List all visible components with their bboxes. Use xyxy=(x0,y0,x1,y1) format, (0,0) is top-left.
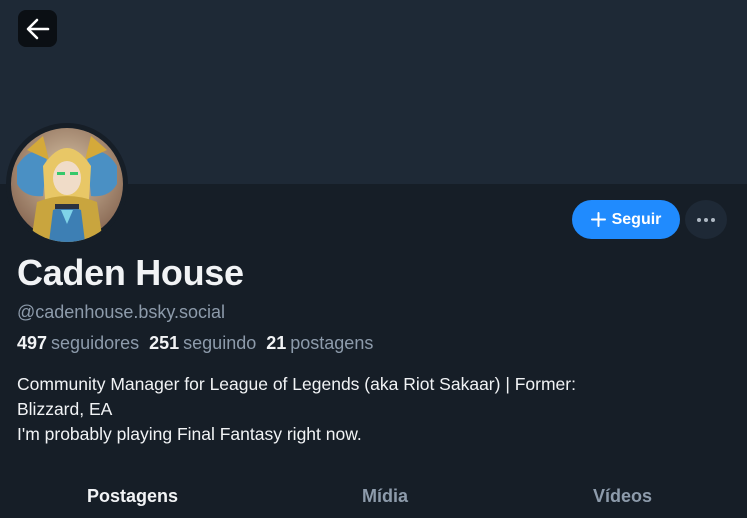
more-options-button[interactable] xyxy=(685,200,727,239)
posts-label: postagens xyxy=(290,333,374,353)
following-label: seguindo xyxy=(183,333,257,353)
arrow-left-icon xyxy=(26,18,49,39)
avatar[interactable] xyxy=(9,126,125,242)
profile-stats: 497 seguidores 251 seguindo 21 postagens xyxy=(17,333,373,354)
following-stat[interactable]: 251 seguindo xyxy=(149,333,256,354)
bio-line: I'm probably playing Final Fantasy right… xyxy=(17,424,362,444)
posts-count: 21 xyxy=(266,333,287,353)
display-name: Caden House xyxy=(17,252,244,293)
plus-icon xyxy=(590,212,606,227)
followers-count: 497 xyxy=(17,333,48,353)
profile-handle: @cadenhouse.bsky.social xyxy=(17,302,226,322)
back-button[interactable] xyxy=(18,10,57,47)
followers-label: seguidores xyxy=(51,333,140,353)
profile-tabs: Postagens Mídia Vídeos xyxy=(0,478,747,518)
tab-videos[interactable]: Vídeos xyxy=(593,486,652,507)
posts-stat: 21 postagens xyxy=(266,333,373,354)
bio-line: Blizzard, EA xyxy=(17,399,113,419)
profile-bio: Community Manager for League of Legends … xyxy=(17,372,717,447)
followers-stat[interactable]: 497 seguidores xyxy=(17,333,139,354)
ellipsis-icon xyxy=(697,217,715,222)
tab-midia[interactable]: Mídia xyxy=(362,486,408,507)
tab-postagens[interactable]: Postagens xyxy=(87,486,178,507)
follow-button[interactable]: Seguir xyxy=(572,200,680,239)
follow-button-label: Seguir xyxy=(611,210,662,228)
bio-line: Community Manager for League of Legends … xyxy=(17,374,576,394)
following-count: 251 xyxy=(149,333,180,353)
